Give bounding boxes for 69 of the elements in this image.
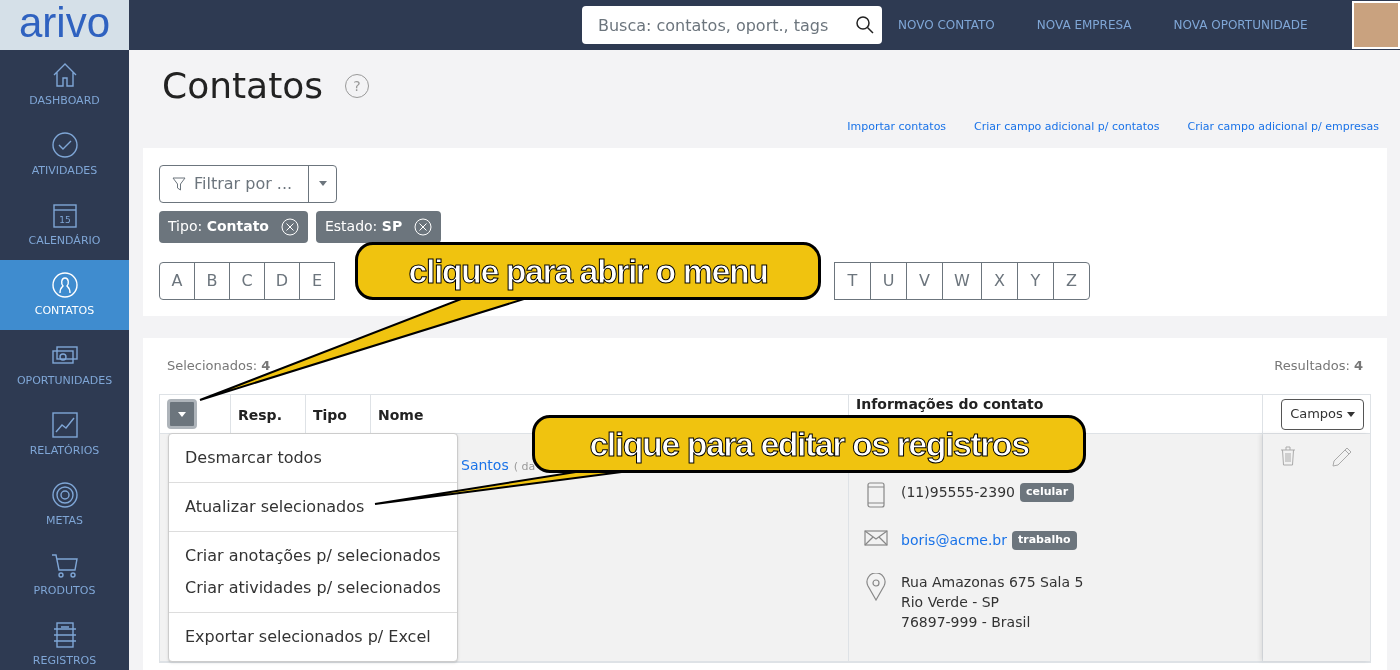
page-link[interactable]: Criar campo adicional p/ contatos: [974, 119, 1160, 136]
letter-filter[interactable]: V: [906, 261, 943, 300]
caret-icon: [178, 411, 186, 417]
callout-tooltip: clique para abrir o menu: [355, 242, 821, 300]
sidebar-item[interactable]: ATIVIDADES: [0, 120, 129, 190]
menu-item[interactable]: Criar atividades p/ selecionados: [169, 571, 457, 604]
letter-filter[interactable]: T: [834, 261, 871, 300]
sidebar-item[interactable]: OPORTUNIDADES: [0, 330, 129, 400]
selected-count: Selecionados: 4: [167, 356, 271, 375]
sidebar-item[interactable]: METAS: [0, 470, 129, 540]
search-field[interactable]: Busca: contatos, oport., tags: [582, 6, 882, 44]
address-line: Rio Verde - SP: [901, 593, 1001, 612]
logo[interactable]: arivo: [0, 0, 129, 50]
search-icon[interactable]: [856, 16, 874, 34]
filter-icon: [172, 176, 186, 191]
letter-filter[interactable]: U: [870, 261, 907, 300]
menu-item[interactable]: Exportar selecionados p/ Excel: [169, 620, 457, 653]
page-link[interactable]: Criar campo adicional p/ empresas: [1187, 119, 1379, 136]
close-icon[interactable]: [280, 217, 299, 236]
sidebar-item[interactable]: PRODUTOS: [0, 540, 129, 610]
caret-icon: [318, 181, 327, 186]
contact-name-link[interactable]: Santos: [461, 457, 509, 473]
email-link[interactable]: boris@acme.br: [901, 530, 1007, 551]
letter-filter[interactable]: D: [264, 261, 300, 300]
filter-chip-label: Tipo: Contato: [168, 217, 269, 236]
filter-chip[interactable]: Estado: SP: [315, 210, 442, 243]
page-title: Contatos: [162, 68, 324, 104]
sidebar-item[interactable]: DASHBOARD: [0, 50, 129, 120]
letter-filter[interactable]: B: [194, 261, 230, 300]
map-pin-icon: [866, 573, 886, 601]
sidebar-item[interactable]: 15 CALENDÁRIO: [0, 190, 129, 260]
contact-type-tag: celular: [1019, 483, 1075, 502]
target-icon: [50, 480, 79, 509]
check-circle-icon: [50, 130, 79, 159]
address-line: 76897-999 - Brasil: [901, 613, 1032, 632]
user-circle-icon: [50, 270, 79, 299]
caret-icon: [1346, 411, 1355, 417]
contact-type-tag: trabalho: [1012, 531, 1077, 550]
phone-number: (11)95555-2390: [901, 483, 1015, 502]
filter-placeholder: Filtrar por ...: [194, 172, 293, 195]
letter-filter[interactable]: A: [159, 261, 195, 300]
filter-chip-label: Estado: SP: [324, 217, 403, 236]
close-icon[interactable]: [414, 217, 433, 236]
envelope-icon: [864, 530, 888, 546]
sidebar-item[interactable]: CONTATOS: [0, 260, 129, 330]
top-nav-link[interactable]: NOVA OPORTUNIDADE: [1173, 16, 1308, 34]
letter-filter[interactable]: Y: [1017, 261, 1054, 300]
sidebar-item[interactable]: RELATÓRIOS: [0, 400, 129, 470]
letter-filter[interactable]: C: [229, 261, 265, 300]
results-count: Resultados: 4: [1274, 356, 1363, 375]
letter-filter[interactable]: Z: [1053, 261, 1090, 300]
filter-chip[interactable]: Tipo: Contato: [159, 210, 308, 243]
filter-dropdown[interactable]: Filtrar por ...: [159, 164, 337, 203]
address-line: Rua Amazonas 675 Sala 5: [901, 573, 1084, 592]
menu-item[interactable]: Atualizar selecionados: [169, 490, 457, 523]
top-nav-link[interactable]: NOVA EMPRESA: [1036, 16, 1132, 34]
letter-filter[interactable]: W: [942, 261, 982, 300]
menu-item[interactable]: Desmarcar todos: [169, 441, 457, 474]
letter-filter[interactable]: X: [981, 261, 1018, 300]
line-chart-icon: [50, 410, 79, 439]
letter-filter[interactable]: E: [299, 261, 335, 300]
avatar-photo-placeholder[interactable]: [1352, 1, 1400, 49]
bulk-actions-button[interactable]: [167, 399, 197, 429]
fields-dropdown-button[interactable]: Campos: [1281, 398, 1364, 430]
page-link[interactable]: Importar contatos: [847, 119, 947, 136]
sidebar-item[interactable]: REGISTROS: [0, 610, 129, 670]
mobile-phone-icon: [867, 482, 885, 508]
top-nav-link[interactable]: NOVO CONTATO: [898, 16, 995, 34]
menu-item[interactable]: Criar anotações p/ selecionados: [169, 539, 457, 572]
